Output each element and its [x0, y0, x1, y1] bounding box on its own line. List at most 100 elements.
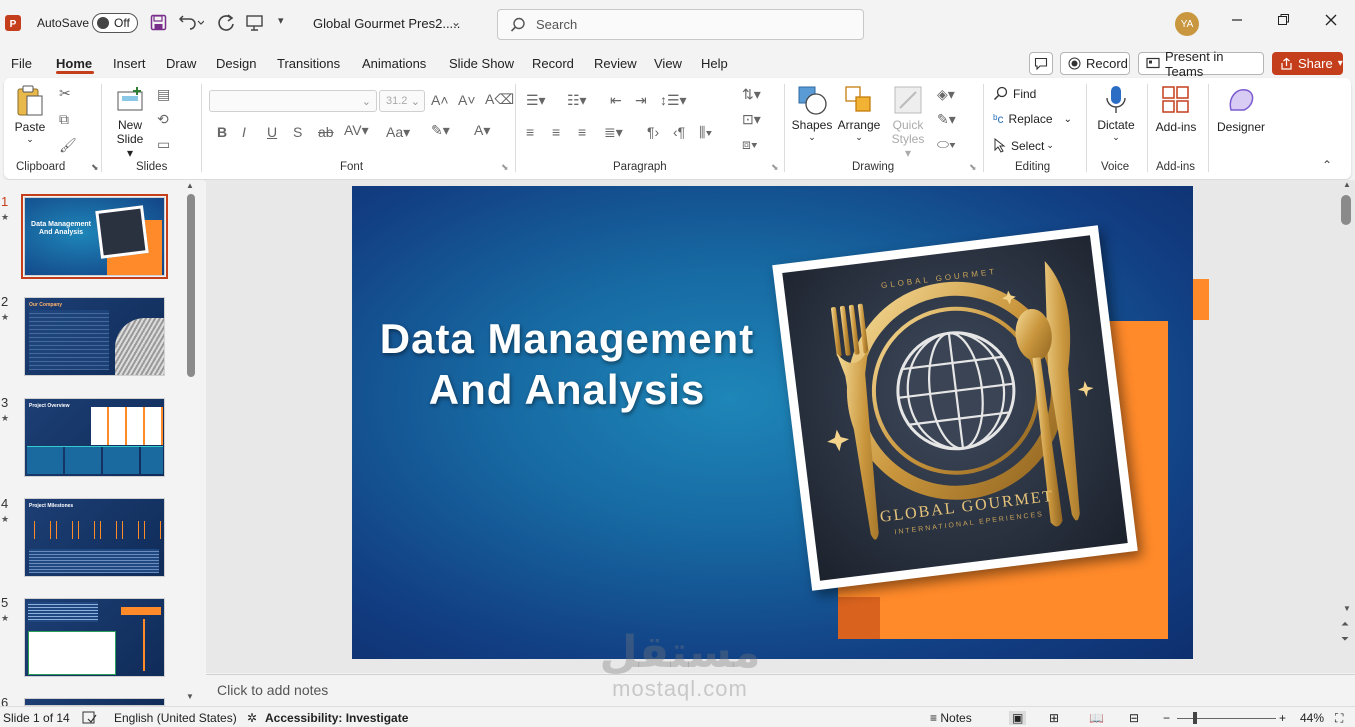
clear-formatting-icon[interactable]: A⌫	[485, 91, 514, 108]
justify-icon[interactable]: ≣▾	[604, 124, 623, 141]
tab-slide-show[interactable]: Slide Show	[449, 56, 514, 71]
zoom-in-icon[interactable]: +	[1279, 711, 1286, 725]
save-icon[interactable]	[150, 14, 167, 31]
language-indicator[interactable]: English (United States)	[114, 711, 237, 725]
line-spacing-icon[interactable]: ↕☰▾	[660, 92, 687, 109]
slide-thumbnail-3[interactable]: Project Overview	[24, 398, 165, 477]
font-color-icon[interactable]: A▾	[474, 122, 490, 139]
text-direction-icon[interactable]: ⇅▾	[742, 86, 761, 103]
tab-file[interactable]: File	[11, 56, 32, 71]
arrange-button[interactable]: Arrange ⌄	[836, 84, 882, 143]
ltr-icon[interactable]: ¶›	[647, 124, 659, 140]
customize-qat-icon[interactable]: ▾	[278, 14, 284, 27]
tab-view[interactable]: View	[654, 56, 682, 71]
thumbnail-scrollbar[interactable]	[187, 194, 195, 377]
vertical-scrollbar[interactable]	[1341, 195, 1351, 225]
dictate-button[interactable]: Dictate ⌄	[1094, 84, 1138, 143]
zoom-level[interactable]: 44%	[1300, 711, 1324, 725]
document-title[interactable]: Global Gourmet Pres2.....	[313, 16, 460, 31]
slide-thumbnail-6[interactable]	[24, 698, 165, 706]
dialog-launcher-icon[interactable]: ⬊	[91, 162, 99, 173]
tab-design[interactable]: Design	[216, 56, 256, 71]
tab-home[interactable]: Home	[56, 56, 92, 71]
redo-icon[interactable]	[216, 13, 236, 33]
tab-record[interactable]: Record	[532, 56, 574, 71]
fit-to-window-icon[interactable]: ⛶	[1335, 711, 1343, 726]
shape-outline-icon[interactable]: ✎▾	[937, 111, 956, 128]
restore-icon[interactable]	[1277, 13, 1290, 26]
present-in-teams-button[interactable]: Present in Teams	[1138, 49, 1264, 79]
find-button[interactable]: Find	[993, 86, 1036, 101]
slide-canvas[interactable]: Data Management And Analysis GLOBAL GOUR…	[352, 186, 1193, 659]
comments-button[interactable]	[1029, 52, 1053, 75]
slide-logo-picture[interactable]: GLOBAL GOURMET GLOBAL GOURMET INTERNATIO…	[772, 225, 1138, 591]
shapes-button[interactable]: Shapes ⌄	[792, 84, 832, 143]
notes-pane[interactable]: Click to add notes	[206, 674, 1355, 705]
tab-review[interactable]: Review	[594, 56, 637, 71]
bold-icon[interactable]: B	[217, 124, 227, 140]
scroll-down-icon[interactable]: ▼	[1343, 604, 1351, 613]
section-icon[interactable]: ▭	[157, 136, 170, 153]
highlight-icon[interactable]: ✎▾	[431, 122, 450, 139]
scroll-up-icon[interactable]: ▲	[1343, 180, 1351, 189]
increase-font-icon[interactable]: A˄	[431, 92, 449, 108]
underline-icon[interactable]: U	[267, 124, 277, 140]
dialog-launcher-icon[interactable]: ⬊	[501, 162, 509, 173]
search-input[interactable]: Search	[497, 9, 864, 40]
reset-icon[interactable]: ⟲	[157, 111, 169, 128]
shadow-icon[interactable]: S	[293, 124, 302, 140]
zoom-out-icon[interactable]: −	[1163, 711, 1170, 725]
scroll-up-icon[interactable]: ▲	[186, 181, 194, 190]
zoom-slider-thumb[interactable]	[1193, 712, 1197, 724]
slide-counter[interactable]: Slide 1 of 14	[3, 711, 70, 725]
tab-help[interactable]: Help	[701, 56, 728, 71]
add-ins-button[interactable]: Add-ins	[1153, 84, 1199, 134]
designer-button[interactable]: Designer	[1214, 84, 1268, 134]
align-text-icon[interactable]: ⊡▾	[742, 111, 761, 128]
scroll-down-icon[interactable]: ▼	[186, 692, 194, 701]
tab-draw[interactable]: Draw	[166, 56, 196, 71]
font-family-select[interactable]: ⌄	[209, 90, 377, 112]
columns-icon[interactable]: ⫼▾	[699, 124, 712, 141]
notes-toggle[interactable]: ≡ Notes	[930, 711, 972, 725]
new-slide-button[interactable]: New Slide ▾	[112, 86, 148, 160]
present-from-start-icon[interactable]	[245, 13, 265, 33]
dialog-launcher-icon[interactable]: ⬊	[969, 162, 977, 173]
cut-icon[interactable]: ✂	[59, 85, 71, 102]
share-button[interactable]: Share ▾	[1272, 52, 1343, 75]
align-left-icon[interactable]: ≡	[526, 124, 534, 140]
minimize-icon[interactable]	[1231, 14, 1243, 26]
layout-icon[interactable]: ▤	[157, 86, 170, 103]
strikethrough-icon[interactable]: ab	[318, 124, 334, 140]
slideshow-view-icon[interactable]: ⊟	[1129, 711, 1139, 725]
previous-slide-icon[interactable]: ⏶	[1341, 619, 1349, 630]
slide-thumbnail-5[interactable]	[24, 598, 165, 677]
shape-effects-icon[interactable]: ⬭▾	[937, 136, 956, 153]
change-case-icon[interactable]: Aa▾	[386, 124, 410, 141]
tab-animations[interactable]: Animations	[362, 56, 426, 71]
slide-title[interactable]: Data Management And Analysis	[352, 313, 782, 415]
slide-thumbnail-1[interactable]: Data Management And Analysis	[21, 194, 168, 279]
decrease-indent-icon[interactable]: ⇤	[610, 92, 622, 109]
font-size-select[interactable]: 31.2 ⌄	[379, 90, 425, 112]
numbering-icon[interactable]: ☷▾	[567, 92, 587, 109]
copy-icon[interactable]: ⧉	[59, 111, 69, 128]
zoom-slider-track[interactable]	[1177, 718, 1276, 719]
accessibility-status[interactable]: Accessibility: Investigate	[265, 711, 408, 725]
undo-icon[interactable]	[178, 13, 204, 31]
spellcheck-icon[interactable]	[82, 711, 97, 724]
tab-transitions[interactable]: Transitions	[277, 56, 340, 71]
slide-thumbnail-2[interactable]: Our Company	[24, 297, 165, 376]
align-center-icon[interactable]: ≡	[552, 124, 560, 140]
character-spacing-icon[interactable]: AV▾	[344, 122, 369, 139]
close-icon[interactable]	[1324, 13, 1338, 27]
select-button[interactable]: Select ⌄	[993, 138, 1054, 153]
record-button[interactable]: Record	[1060, 52, 1130, 75]
decrease-font-icon[interactable]: A˅	[458, 92, 476, 108]
slide-thumbnail-4[interactable]: Project Milestones	[24, 498, 165, 577]
smartart-icon[interactable]: ⧈▾	[742, 136, 758, 153]
normal-view-icon[interactable]: ▣	[1009, 711, 1027, 725]
italic-icon[interactable]: I	[242, 124, 246, 140]
accessibility-icon[interactable]: ✲	[247, 711, 257, 725]
collapse-ribbon-icon[interactable]: ⌃	[1322, 158, 1332, 172]
